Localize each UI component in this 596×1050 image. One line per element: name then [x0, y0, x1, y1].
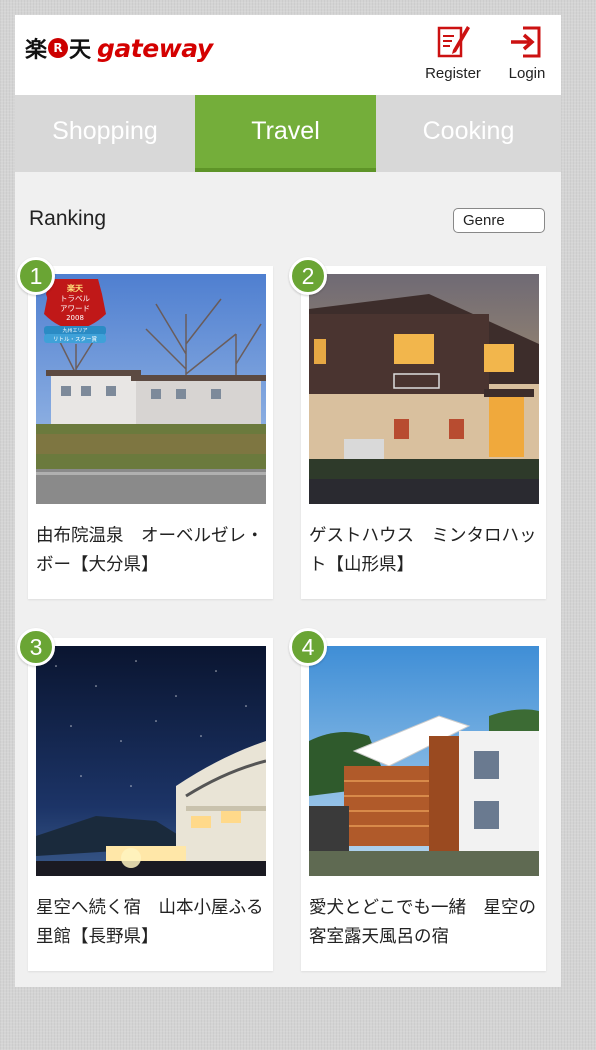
register-icon — [418, 21, 488, 63]
logo-kanji-raku: 楽 — [25, 38, 48, 63]
register-label: Register — [425, 65, 481, 82]
rank-badge-1: 1 — [17, 257, 55, 295]
logo-r-icon: R — [48, 38, 69, 58]
logo-gateway-text: gateway — [97, 33, 213, 63]
rank-badge-4: 4 — [289, 628, 327, 666]
hotel-name[interactable]: 星空へ続く宿 山本小屋ふる里館【長野県】 — [36, 894, 266, 952]
hotel-photo-3 — [36, 646, 266, 876]
svg-text:2008: 2008 — [66, 314, 84, 322]
rank-badge-2: 2 — [289, 257, 327, 295]
ranking-card-2[interactable]: ゲストハウス ミンタロハット【山形県】 — [301, 266, 546, 599]
tab-travel[interactable]: Travel — [195, 95, 376, 172]
register-button[interactable]: Register — [418, 21, 488, 82]
hotel-photo-1: 楽天 トラベル アワード 2008 九州エリア リトル・スター賞 — [36, 274, 266, 504]
svg-text:アワード: アワード — [60, 304, 90, 313]
rakuten-gateway-logo[interactable]: 楽 R 天 gateway — [25, 33, 213, 64]
hotel-photo-4 — [309, 646, 539, 876]
hotel-name[interactable]: 愛犬とどこでも一緒 星空の客室露天風呂の宿 — [309, 894, 539, 952]
ranking-card-4[interactable]: 愛犬とどこでも一緒 星空の客室露天風呂の宿 — [301, 638, 546, 971]
section-title: Ranking — [29, 207, 107, 230]
ranking-card-3[interactable]: 星空へ続く宿 山本小屋ふる里館【長野県】 — [28, 638, 273, 971]
genre-select[interactable]: Genre — [453, 208, 545, 233]
tab-shopping[interactable]: Shopping — [15, 95, 195, 172]
header: 楽 R 天 gateway Register Login — [15, 15, 561, 95]
category-tabs: Shopping Travel Cooking — [15, 95, 561, 172]
svg-text:楽天: 楽天 — [66, 283, 84, 293]
rank-badge-3: 3 — [17, 628, 55, 666]
login-label: Login — [508, 65, 546, 82]
app-frame: 楽 R 天 gateway Register Login Shopping Tr… — [15, 15, 561, 987]
award-badge-icon: 楽天 トラベル アワード 2008 九州エリア リトル・スター賞 — [44, 279, 106, 343]
svg-text:リトル・スター賞: リトル・スター賞 — [53, 335, 98, 343]
login-button[interactable]: Login — [492, 21, 561, 82]
svg-text:トラベル: トラベル — [60, 294, 90, 303]
hotel-photo-2 — [309, 274, 539, 504]
logo-kanji-ten: 天 — [69, 38, 92, 63]
hotel-name[interactable]: ゲストハウス ミンタロハット【山形県】 — [309, 522, 539, 580]
ranking-card-1[interactable]: 楽天 トラベル アワード 2008 九州エリア リトル・スター賞 由布院温泉 オ… — [28, 266, 273, 599]
tab-cooking[interactable]: Cooking — [376, 95, 561, 172]
login-icon — [492, 21, 561, 63]
hotel-name[interactable]: 由布院温泉 オーベルゼレ・ボー【大分県】 — [36, 522, 266, 580]
svg-text:九州エリア: 九州エリア — [62, 327, 87, 334]
